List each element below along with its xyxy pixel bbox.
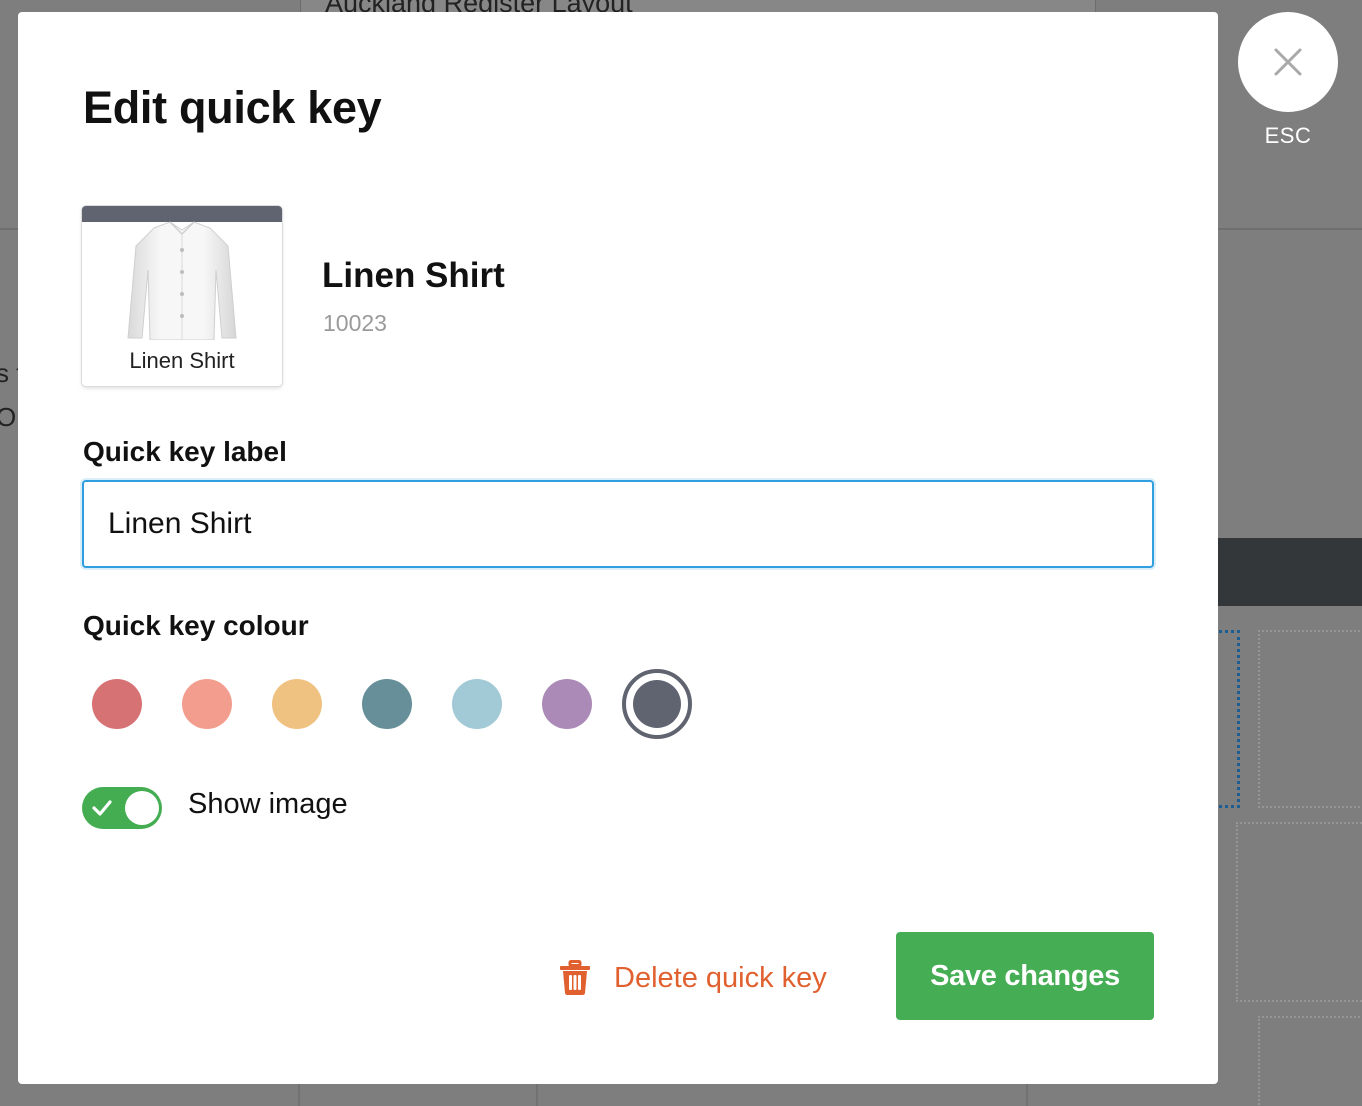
background-divider bbox=[1026, 1084, 1028, 1106]
product-preview-card: Linen Shirt bbox=[82, 206, 282, 386]
colour-swatch-grey-selected[interactable] bbox=[622, 669, 692, 739]
quick-key-slot bbox=[1258, 630, 1362, 808]
quick-key-label-heading: Quick key label bbox=[83, 436, 287, 467]
product-sku: 10023 bbox=[323, 310, 387, 336]
colour-swatch-orange[interactable] bbox=[272, 679, 322, 729]
check-icon bbox=[92, 800, 112, 816]
toggle-knob bbox=[125, 791, 159, 825]
close-control: ESC bbox=[1238, 12, 1338, 149]
background-toolbar bbox=[1210, 538, 1362, 606]
delete-quick-key-button[interactable]: Delete quick key bbox=[558, 957, 827, 999]
background-divider bbox=[298, 1084, 300, 1106]
colour-swatch-light-blue[interactable] bbox=[452, 679, 502, 729]
esc-hint: ESC bbox=[1264, 123, 1312, 148]
close-icon bbox=[1274, 48, 1302, 76]
save-changes-button[interactable]: Save changes bbox=[896, 932, 1154, 1020]
trash-icon bbox=[560, 960, 590, 995]
edit-quick-key-dialog: Edit quick key Linen Shirt Linen Shirt 1… bbox=[18, 12, 1218, 1084]
show-image-label: Show image bbox=[188, 788, 348, 820]
background-divider bbox=[536, 1084, 538, 1106]
product-name: Linen Shirt bbox=[322, 256, 505, 295]
colour-swatch-salmon[interactable] bbox=[182, 679, 232, 729]
quick-key-slot bbox=[1236, 822, 1362, 1002]
colour-swatch-teal[interactable] bbox=[362, 679, 412, 729]
quick-key-label-input[interactable] bbox=[82, 480, 1154, 568]
quick-key-slot bbox=[1258, 1016, 1362, 1106]
colour-swatch-red[interactable] bbox=[92, 679, 142, 729]
delete-quick-key-label: Delete quick key bbox=[614, 961, 827, 994]
dialog-title: Edit quick key bbox=[83, 82, 382, 133]
show-image-toggle[interactable] bbox=[82, 787, 162, 829]
product-card-label: Linen Shirt bbox=[129, 348, 235, 373]
selected-swatch-fill bbox=[633, 680, 681, 728]
close-button[interactable] bbox=[1238, 12, 1338, 112]
shirt-image bbox=[127, 221, 237, 340]
colour-swatch-purple[interactable] bbox=[542, 679, 592, 729]
quick-key-colour-heading: Quick key colour bbox=[83, 610, 309, 641]
